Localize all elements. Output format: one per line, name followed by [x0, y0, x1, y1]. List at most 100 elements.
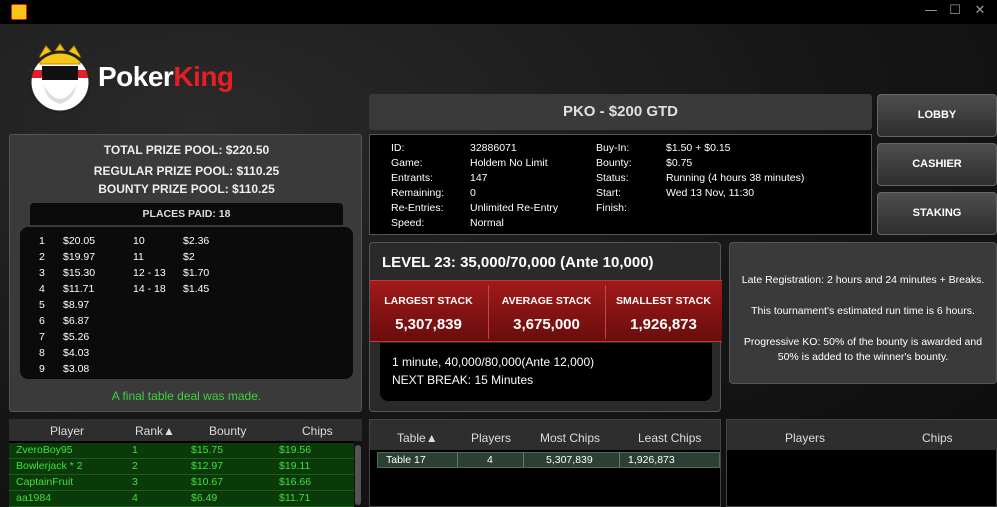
- column-header-players[interactable]: Players: [785, 431, 825, 445]
- info-value: $0.75: [666, 157, 693, 169]
- lobby-button[interactable]: LOBBY: [877, 94, 997, 137]
- total-prize-pool: TOTAL PRIZE POOL: $220.50: [103, 143, 270, 157]
- run-time-note: This tournament's estimated run time is …: [751, 305, 975, 317]
- smallest-stack-value: 1,926,873: [630, 316, 697, 333]
- payout-position: 2: [39, 251, 45, 263]
- table-row[interactable]: CaptainFruit 3 $10.67 $16.66: [9, 475, 354, 491]
- info-value: Holdem No Limit: [470, 157, 548, 169]
- player-rank: 1: [132, 444, 138, 456]
- player-chips: $19.11: [279, 460, 311, 472]
- player-name: Bowlerjack * 2: [16, 460, 83, 472]
- average-stack: AVERAGE STACK 3,675,000: [488, 281, 605, 343]
- table-players-header: Players Chips: [727, 420, 997, 450]
- players-table: Player Rank▲ Bounty Chips ZveroBoy95 1 $…: [9, 419, 362, 507]
- app-icon: [11, 4, 27, 20]
- info-value: Running (4 hours 38 minutes): [666, 172, 805, 184]
- pko-note-line2: 50% is added to the winner's bounty.: [777, 351, 949, 363]
- payout-position: 8: [39, 347, 45, 359]
- table-row[interactable]: ZveroBoy95 1 $15.75 $19.56: [9, 443, 354, 459]
- payout-amount: $20.05: [63, 235, 96, 247]
- staking-button[interactable]: STAKING: [877, 192, 997, 235]
- table-least-chips: 1,926,873: [628, 454, 675, 466]
- stack-stats: LARGEST STACK 5,307,839 AVERAGE STACK 3,…: [370, 280, 722, 342]
- info-label: Speed:: [391, 217, 425, 229]
- info-value: Unlimited Re-Entry: [470, 202, 559, 214]
- largest-stack: LARGEST STACK 5,307,839: [370, 281, 487, 343]
- table-row[interactable]: aa1984 4 $6.49 $11.71: [9, 491, 354, 507]
- payout-position: 7: [39, 331, 45, 343]
- player-rank: 4: [132, 492, 138, 504]
- payout-amount: $1.45: [183, 283, 210, 295]
- player-chips: $16.66: [279, 476, 312, 488]
- column-header-rank[interactable]: Rank▲: [135, 424, 175, 438]
- next-break-text: NEXT BREAK: 15 Minutes: [392, 373, 534, 387]
- players-scrollbar[interactable]: [354, 441, 362, 507]
- payout-amount: $2.36: [183, 235, 210, 247]
- tournament-title: PKO - $200 GTD: [369, 94, 872, 130]
- largest-stack-label: LARGEST STACK: [384, 295, 473, 307]
- payout-amount: $2: [183, 251, 195, 263]
- info-label: Remaining:: [391, 187, 445, 199]
- column-header-players[interactable]: Players: [471, 431, 511, 445]
- minimize-icon[interactable]: —: [921, 2, 941, 20]
- info-label: ID:: [391, 142, 405, 154]
- payout-position: 10: [133, 235, 145, 247]
- tournament-notes: Late Registration: 2 hours and 24 minute…: [729, 242, 997, 384]
- payout-amount: $3.08: [63, 363, 90, 375]
- info-label: Status:: [596, 172, 629, 184]
- places-paid-header: PLACES PAID: 18: [30, 203, 343, 225]
- column-header-bounty[interactable]: Bounty: [209, 424, 246, 438]
- info-value: $1.50 + $0.15: [666, 142, 731, 154]
- payout-amount: $6.87: [63, 315, 90, 327]
- payout-position: 5: [39, 299, 45, 311]
- info-value: Normal: [470, 217, 504, 229]
- column-header-least-chips[interactable]: Least Chips: [638, 431, 701, 445]
- payout-amount: $19.97: [63, 251, 96, 263]
- scrollbar-thumb[interactable]: [355, 445, 361, 505]
- column-header-player[interactable]: Player: [50, 424, 84, 438]
- info-label: Finish:: [596, 202, 627, 214]
- payout-position: 12 - 13: [133, 267, 166, 279]
- regular-prize-pool: REGULAR PRIZE POOL: $110.25: [93, 164, 280, 178]
- info-label: Re-Entries:: [391, 202, 444, 214]
- info-label: Bounty:: [596, 157, 632, 169]
- info-label: Entrants:: [391, 172, 434, 184]
- column-header-chips[interactable]: Chips: [922, 431, 953, 445]
- players-table-header: Player Rank▲ Bounty Chips: [9, 419, 362, 441]
- logo-word-king: King: [173, 61, 234, 92]
- table-row[interactable]: Bowlerjack * 2 2 $12.97 $19.11: [9, 459, 354, 475]
- column-header-table[interactable]: Table▲: [397, 431, 438, 445]
- maximize-icon[interactable]: ☐: [945, 2, 965, 20]
- payout-amount: $4.03: [63, 347, 90, 359]
- payout-position: 14 - 18: [133, 283, 166, 295]
- cashier-button[interactable]: CASHIER: [877, 143, 997, 186]
- table-name: Table 17: [386, 454, 426, 466]
- column-divider: [457, 453, 458, 467]
- player-bounty: $6.49: [191, 492, 218, 504]
- close-icon[interactable]: ✕: [970, 2, 990, 20]
- player-name: aa1984: [16, 492, 52, 504]
- payout-amount: $1.70: [183, 267, 210, 279]
- info-label: Game:: [391, 157, 423, 169]
- player-name: ZveroBoy95: [16, 444, 73, 456]
- final-table-deal-message: A final table deal was made.: [111, 389, 262, 403]
- payout-position: 3: [39, 267, 45, 279]
- column-header-chips[interactable]: Chips: [302, 424, 333, 438]
- payout-amount: $8.97: [63, 299, 90, 311]
- info-value: 32886071: [470, 142, 517, 154]
- player-bounty: $15.75: [191, 444, 224, 456]
- payout-position: 11: [133, 251, 144, 263]
- column-header-most-chips[interactable]: Most Chips: [540, 431, 600, 445]
- player-bounty: $12.97: [191, 460, 224, 472]
- average-stack-label: AVERAGE STACK: [501, 295, 592, 307]
- smallest-stack: SMALLEST STACK 1,926,873: [605, 281, 722, 343]
- player-bounty: $10.67: [191, 476, 224, 488]
- largest-stack-value: 5,307,839: [395, 316, 462, 333]
- info-label: Buy-In:: [596, 142, 630, 154]
- player-name: CaptainFruit: [16, 476, 74, 488]
- title-bar: — ☐ ✕: [0, 0, 997, 24]
- payout-position: 1: [39, 235, 45, 247]
- level-panel: LEVEL 23: 35,000/70,000 (Ante 10,000) LA…: [369, 242, 722, 412]
- table-row[interactable]: Table 17 4 5,307,839 1,926,873: [377, 452, 720, 468]
- table-players: 4: [487, 454, 493, 466]
